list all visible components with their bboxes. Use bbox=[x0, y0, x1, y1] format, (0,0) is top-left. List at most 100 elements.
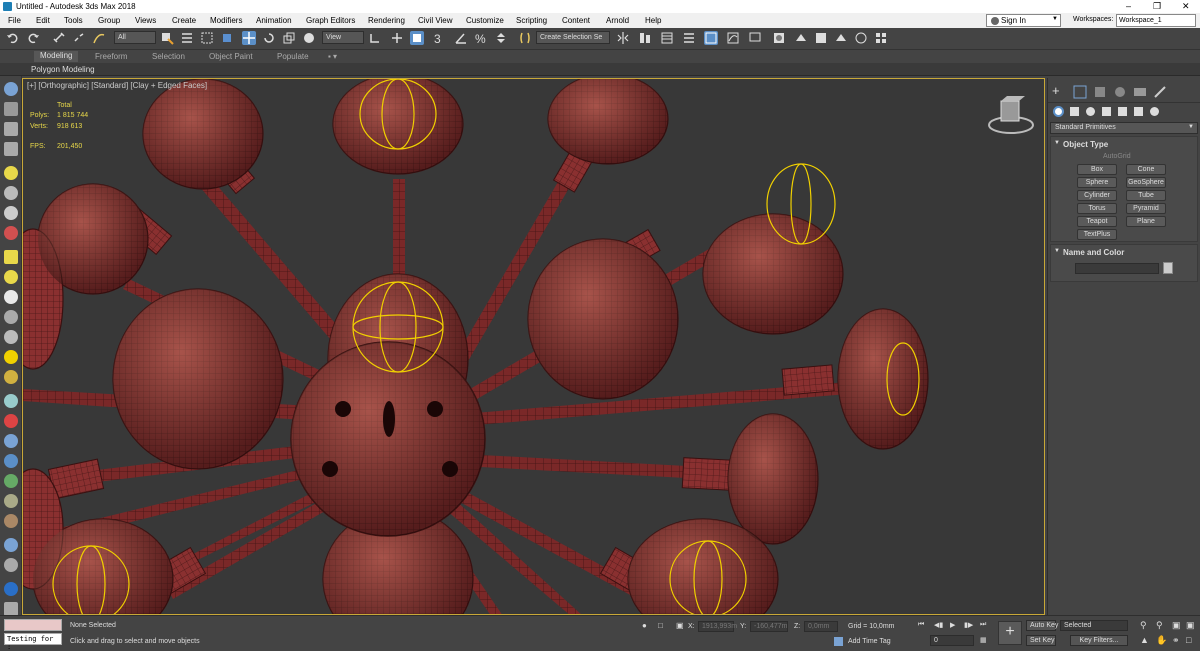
tab-object-paint[interactable]: Object Paint bbox=[209, 52, 253, 61]
material-sphere-icon[interactable] bbox=[4, 538, 18, 552]
maxscript-input[interactable]: Testing for : bbox=[4, 633, 62, 651]
zoom-extents-icon[interactable]: ▣ bbox=[1172, 620, 1181, 631]
time-tag-icon[interactable] bbox=[834, 637, 843, 646]
ribbon-options-icon[interactable]: ▪ ▾ bbox=[328, 52, 337, 61]
close-icon[interactable]: ✕ bbox=[1182, 1, 1190, 12]
menu-edit[interactable]: Edit bbox=[36, 16, 50, 25]
time-config-icon[interactable]: ▦ bbox=[980, 636, 987, 644]
select-object-tool-icon[interactable] bbox=[4, 102, 18, 116]
curve-editor-icon[interactable] bbox=[726, 31, 740, 45]
field-of-view-icon[interactable]: ▲ bbox=[1140, 635, 1149, 645]
geometry-icon[interactable] bbox=[1053, 106, 1064, 117]
tube-button[interactable]: Tube bbox=[1126, 190, 1166, 201]
tab-populate[interactable]: Populate bbox=[277, 52, 309, 61]
particles-icon[interactable] bbox=[4, 394, 18, 408]
viewport-label[interactable]: [+] [Orthographic] [Standard] [Clay + Ed… bbox=[27, 81, 207, 90]
motion-tab-icon[interactable] bbox=[1112, 84, 1128, 100]
select-and-scale-icon[interactable] bbox=[282, 31, 296, 45]
category-dropdown[interactable]: Standard Primitives ▼ bbox=[1050, 122, 1198, 134]
maximize-viewport-icon[interactable]: □ bbox=[1186, 635, 1191, 645]
render-setup-icon[interactable] bbox=[794, 31, 808, 45]
rectangular-selection-icon[interactable] bbox=[200, 31, 214, 45]
sweep-icon[interactable] bbox=[4, 494, 18, 508]
foliage-icon[interactable] bbox=[4, 474, 18, 488]
sign-in-button[interactable]: Sign In ▼ bbox=[986, 14, 1061, 27]
minimize-icon[interactable]: – bbox=[1126, 1, 1131, 11]
angle-snap-icon[interactable] bbox=[454, 31, 468, 45]
shapes-category-icon[interactable] bbox=[1070, 107, 1079, 116]
menu-graph-editors[interactable]: Graph Editors bbox=[306, 16, 355, 25]
utilities-tab-icon[interactable] bbox=[1152, 84, 1168, 100]
toggle-ribbon-icon[interactable] bbox=[704, 31, 718, 45]
modify-tab-icon[interactable] bbox=[1072, 84, 1088, 100]
workspace-dropdown[interactable]: Workspace_1 bbox=[1116, 14, 1196, 27]
window-crossing-icon[interactable] bbox=[220, 31, 234, 45]
name-and-color-title[interactable]: Name and Color bbox=[1063, 248, 1200, 257]
sun-light-icon[interactable] bbox=[4, 350, 18, 364]
isolate-icon[interactable] bbox=[4, 206, 18, 220]
menu-customize[interactable]: Customize bbox=[466, 16, 504, 25]
key-filters-button[interactable]: Key Filters... bbox=[1070, 635, 1128, 646]
menu-civil-view[interactable]: Civil View bbox=[418, 16, 453, 25]
menu-rendering[interactable]: Rendering bbox=[368, 16, 405, 25]
selection-filter-dropdown[interactable]: All bbox=[114, 31, 156, 44]
curve-icon[interactable] bbox=[4, 514, 18, 528]
zoom-all-icon[interactable]: ⚲ bbox=[1156, 620, 1163, 631]
select-by-name-icon[interactable] bbox=[180, 31, 194, 45]
selected-dropdown[interactable]: Selected bbox=[1060, 620, 1128, 631]
keyboard-shortcut-override-icon[interactable] bbox=[410, 31, 424, 45]
select-and-move-icon[interactable] bbox=[242, 31, 256, 45]
select-and-place-icon[interactable] bbox=[302, 31, 316, 45]
render-online-icon[interactable] bbox=[854, 31, 868, 45]
viewport-perspective[interactable]: [+] [Orthographic] [Standard] [Clay + Ed… bbox=[22, 78, 1045, 615]
menu-file[interactable]: File bbox=[8, 16, 21, 25]
next-frame-icon[interactable]: ▮▶ bbox=[964, 621, 973, 629]
play-icon[interactable]: ▶ bbox=[950, 621, 955, 629]
go-to-start-icon[interactable]: ⏮ bbox=[918, 621, 924, 629]
container-icon[interactable] bbox=[4, 186, 18, 200]
select-manipulate-icon[interactable] bbox=[390, 31, 404, 45]
zoom-extents-all-icon[interactable]: ▣ bbox=[1186, 620, 1195, 631]
rollout-collapse-icon[interactable]: ▼ bbox=[1054, 248, 1060, 254]
torus-primitive-icon[interactable] bbox=[4, 310, 18, 324]
scroll-icon[interactable] bbox=[4, 602, 18, 616]
menu-group[interactable]: Group bbox=[98, 16, 120, 25]
hierarchy-tab-icon[interactable] bbox=[1092, 84, 1108, 100]
pivot-center-icon[interactable] bbox=[368, 31, 382, 45]
spinner-snap-icon[interactable] bbox=[494, 31, 508, 45]
plane-primitive-icon[interactable] bbox=[4, 270, 18, 284]
polygon-modeling-label[interactable]: Polygon Modeling bbox=[31, 65, 95, 74]
object-color-swatch[interactable] bbox=[1163, 262, 1173, 274]
mirror-icon[interactable] bbox=[616, 31, 630, 45]
edit-named-selection-icon[interactable] bbox=[518, 31, 532, 45]
torus-button[interactable]: Torus bbox=[1077, 203, 1117, 214]
menu-scripting[interactable]: Scripting bbox=[516, 16, 547, 25]
menu-animation[interactable]: Animation bbox=[256, 16, 292, 25]
cameras-category-icon[interactable] bbox=[1102, 107, 1111, 116]
layer-explorer-icon[interactable] bbox=[682, 31, 696, 45]
add-time-tag[interactable]: Add Time Tag bbox=[848, 638, 891, 645]
set-key-button[interactable]: Set Key bbox=[1026, 635, 1056, 646]
material-editor-icon[interactable] bbox=[772, 31, 786, 45]
plane-button[interactable]: Plane bbox=[1126, 216, 1166, 227]
globe-icon[interactable] bbox=[4, 454, 18, 468]
reference-coordinate-dropdown[interactable]: View bbox=[322, 31, 364, 44]
sphere-yellow-icon[interactable] bbox=[4, 370, 18, 384]
blue-sphere-icon[interactable] bbox=[4, 582, 18, 596]
pyramid-button[interactable]: Pyramid bbox=[1126, 203, 1166, 214]
cone-primitive-icon[interactable] bbox=[4, 330, 18, 344]
object-name-field[interactable] bbox=[1075, 263, 1159, 274]
y-coordinate-field[interactable]: -160,477m bbox=[750, 621, 788, 632]
sphere-button[interactable]: Sphere bbox=[1077, 177, 1117, 188]
pan-icon[interactable]: ✋ bbox=[1156, 635, 1167, 646]
edit-poly-icon[interactable] bbox=[4, 122, 18, 136]
zoom-icon[interactable]: ⚲ bbox=[1140, 620, 1147, 631]
percent-snap-icon[interactable]: % bbox=[474, 31, 488, 46]
select-object-icon[interactable] bbox=[160, 31, 174, 45]
list-icon[interactable] bbox=[4, 142, 18, 156]
z-coordinate-field[interactable]: 0,0mm bbox=[804, 621, 838, 632]
light-bulb-icon[interactable] bbox=[4, 166, 18, 180]
display-tab-icon[interactable] bbox=[1132, 84, 1148, 100]
menu-modifiers[interactable]: Modifiers bbox=[210, 16, 242, 25]
lights-category-icon[interactable] bbox=[1086, 107, 1095, 116]
